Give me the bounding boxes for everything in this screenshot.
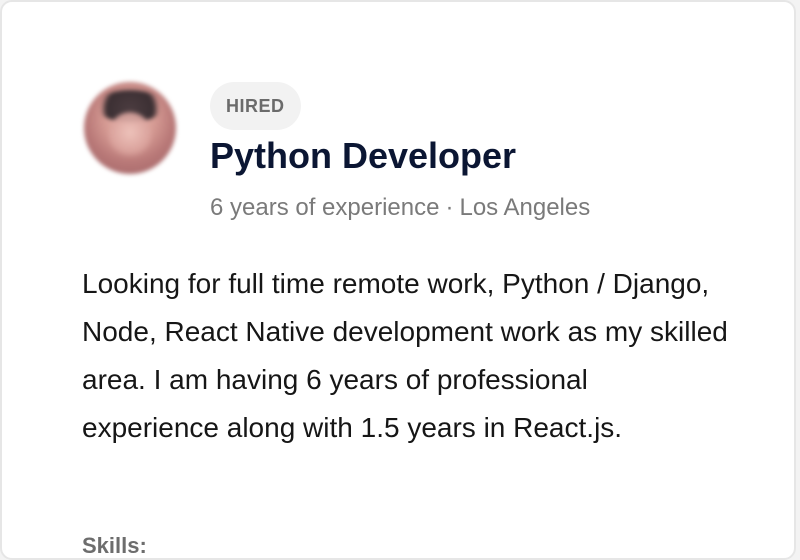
location-text: Los Angeles — [459, 194, 591, 221]
meta-separator: · — [445, 194, 454, 221]
profile-card: HIRED Python Developer 6 years of experi… — [0, 0, 796, 560]
profile-meta: 6 years of experience · Los Angeles — [210, 192, 590, 224]
job-title: Python Developer — [210, 135, 517, 176]
profile-description: Looking for full time remote work, Pytho… — [82, 268, 728, 443]
skills-label: Skills: — [82, 533, 147, 558]
status-badge: HIRED — [210, 82, 301, 130]
experience-text: 6 years of experience — [210, 194, 440, 221]
avatar — [84, 82, 176, 174]
